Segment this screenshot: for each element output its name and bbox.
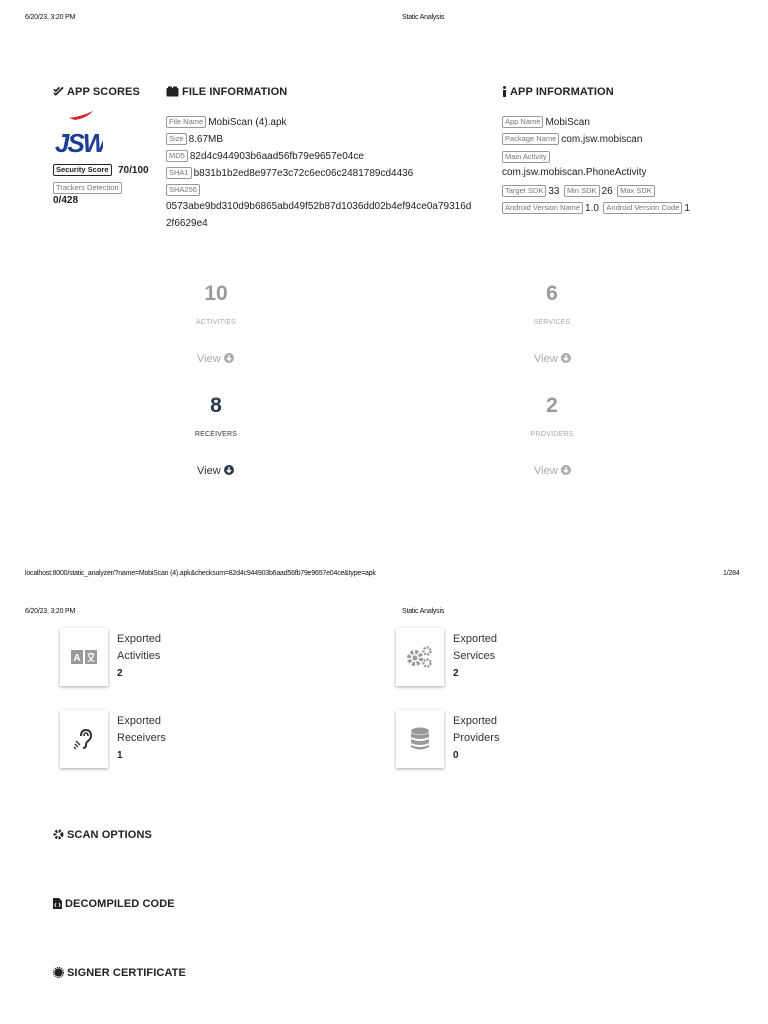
file-name-row: File Name MobiScan (4).apk bbox=[166, 113, 287, 130]
trackers-detection-label: Trackers Detection bbox=[53, 182, 122, 194]
activities-count: 10 bbox=[204, 282, 228, 305]
app-logo: JSW bbox=[53, 110, 112, 158]
print-date-page2: 6/20/23, 3:20 PM bbox=[25, 608, 76, 615]
exported-receivers-count: 1 bbox=[117, 750, 123, 761]
assistive-listening-icon bbox=[73, 728, 93, 750]
database-icon bbox=[411, 727, 429, 750]
exported-activities-count: 2 bbox=[117, 668, 123, 679]
file-code-icon bbox=[53, 898, 62, 909]
exported-services-count: 2 bbox=[453, 668, 459, 679]
receivers-label: RECEIVERS bbox=[194, 431, 238, 438]
arrow-circle-down-icon bbox=[560, 353, 571, 363]
min-sdk: 26 bbox=[601, 186, 613, 197]
exported-services-card[interactable] bbox=[396, 628, 444, 686]
exported-receivers-card[interactable] bbox=[60, 710, 108, 768]
decompiled-code-title[interactable]: DECOMPILED CODE bbox=[53, 898, 175, 910]
cogs-icon bbox=[407, 646, 432, 668]
file-information-title: FILE INFORMATION bbox=[166, 86, 287, 98]
md5-value: 82d4c944903b6aad56fb79e9657e04ce bbox=[189, 151, 364, 162]
view-receivers-link[interactable]: View bbox=[197, 465, 234, 477]
target-sdk: 33 bbox=[548, 186, 560, 197]
translate-icon: A bbox=[71, 650, 97, 664]
activities-label: ACTIVITIES bbox=[195, 319, 237, 326]
signer-certificate-title[interactable]: SIGNER CERTIFICATE bbox=[52, 966, 186, 979]
version-name: 1.0 bbox=[585, 203, 599, 214]
print-footer-url: localhost:8000/static_analyzer/?name=Mob… bbox=[25, 570, 376, 577]
arrow-circle-down-icon bbox=[223, 465, 234, 475]
certificate-icon bbox=[52, 966, 65, 979]
file-name: MobiScan (4).apk bbox=[208, 117, 287, 128]
check-double-icon bbox=[53, 86, 64, 96]
services-count: 6 bbox=[546, 282, 558, 305]
sha1-row: SHA1 b831b1b2ed8e977e3c72c6ec06c2481789cd… bbox=[166, 164, 413, 181]
main-activity-value: com.jsw.mobiscan.PhoneActivity bbox=[502, 167, 647, 178]
exported-providers-text: Exported Providers 0 bbox=[453, 713, 499, 764]
view-services-link[interactable]: View bbox=[534, 353, 571, 365]
view-providers-link[interactable]: View bbox=[534, 465, 571, 477]
exported-providers-count: 0 bbox=[453, 750, 459, 761]
file-archive-icon bbox=[166, 86, 179, 97]
exported-providers-card[interactable] bbox=[396, 710, 444, 768]
providers-count: 2 bbox=[546, 394, 558, 417]
svg-text:A: A bbox=[73, 653, 80, 664]
security-score-value: 70/100 bbox=[117, 165, 149, 176]
receivers-count: 8 bbox=[210, 394, 222, 417]
sha256-value-line2: 2f6629e4 bbox=[166, 218, 208, 229]
exported-activities-text: Exported Activities 2 bbox=[117, 631, 161, 682]
sdk-row: Target SDK 33 Min SDK 26 Max SDK bbox=[502, 182, 657, 199]
print-title-page2: Static Analysis bbox=[402, 608, 445, 615]
md5-row: MD5 82d4c944903b6aad56fb79e9657e04ce bbox=[166, 147, 364, 164]
view-activities-link[interactable]: View bbox=[197, 353, 234, 365]
cog-icon bbox=[53, 829, 64, 840]
main-activity-label-row: Main Activity bbox=[502, 148, 552, 163]
package-name-row: Package Name com.jsw.mobiscan bbox=[502, 130, 642, 147]
exported-services-text: Exported Services 2 bbox=[453, 631, 497, 682]
providers-label: PROVIDERS bbox=[530, 431, 574, 438]
svg-text:JSW: JSW bbox=[55, 128, 103, 158]
arrow-circle-down-icon bbox=[560, 465, 571, 475]
exported-activities-card[interactable]: A bbox=[60, 628, 108, 686]
app-information-title: APP INFORMATION bbox=[502, 86, 614, 98]
package-name: com.jsw.mobiscan bbox=[561, 134, 643, 145]
app-name: MobiScan bbox=[545, 117, 590, 128]
scan-options-title[interactable]: SCAN OPTIONS bbox=[53, 829, 152, 841]
exported-receivers-text: Exported Receivers 1 bbox=[117, 713, 166, 764]
version-row: Android Version Name 1.0 Android Version … bbox=[502, 199, 690, 216]
sha256-value-line1: 0573abe9bd310d9b6865abd49f52b87d1036dd02… bbox=[166, 201, 472, 212]
print-date: 6/20/23, 3:20 PM bbox=[25, 14, 76, 21]
version-code: 1 bbox=[684, 203, 690, 214]
file-size-row: Size 8.67MB bbox=[166, 130, 223, 147]
sha256-label-row: SHA256 bbox=[166, 181, 202, 196]
print-title: Static Analysis bbox=[402, 14, 445, 21]
app-name-row: App Name MobiScan bbox=[502, 113, 590, 130]
info-icon bbox=[503, 86, 506, 97]
security-score-label: Security Score bbox=[53, 164, 112, 176]
print-page-number: 1/284 bbox=[723, 570, 740, 577]
arrow-circle-down-icon bbox=[223, 353, 234, 363]
file-size: 8.67MB bbox=[188, 134, 224, 145]
app-scores-title: APP SCORES bbox=[53, 86, 140, 98]
services-label: SERVICES bbox=[533, 319, 571, 326]
trackers-detection-value: 0/428 bbox=[53, 195, 79, 206]
sha1-value: b831b1b2ed8e977e3c72c6ec06c2481789cd4436 bbox=[193, 168, 414, 179]
